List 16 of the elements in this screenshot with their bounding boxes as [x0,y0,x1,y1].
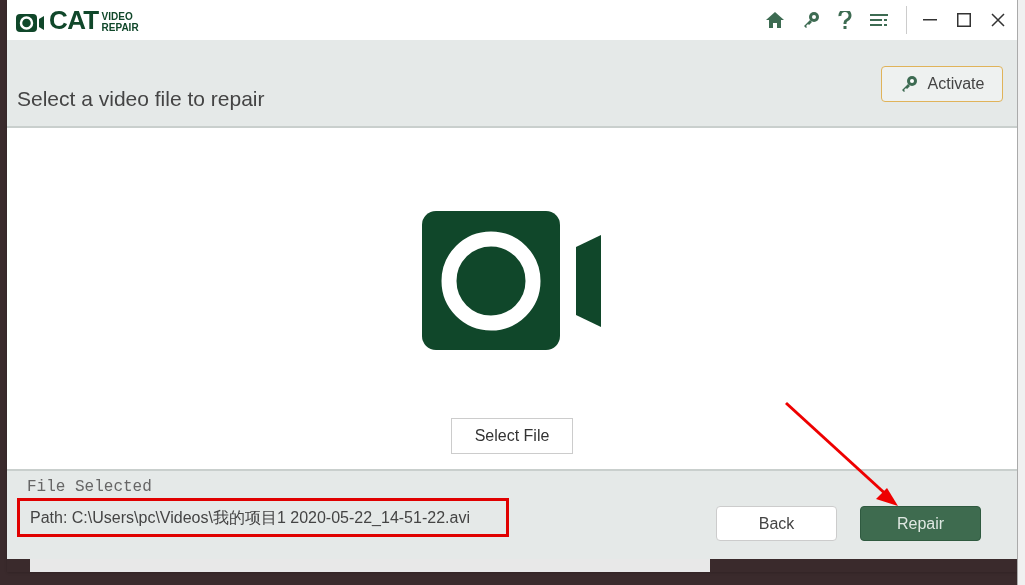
repair-button[interactable]: Repair [860,506,981,541]
video-camera-icon [421,211,603,351]
activate-button[interactable]: Activate [881,66,1003,102]
file-selected-label: File Selected [27,479,153,495]
back-button[interactable]: Back [716,506,837,541]
home-icon[interactable] [766,12,784,28]
select-file-button[interactable]: Select File [451,418,573,454]
menu-icon[interactable] [870,13,888,27]
close-icon[interactable] [991,13,1005,27]
help-icon[interactable] [838,10,852,30]
file-path-text: Path: C:\Users\pc\Videos\我的项目1 2020-05-22_14-51-22.avi [17,498,509,537]
minimize-icon[interactable] [923,19,937,21]
key-icon[interactable] [802,11,820,29]
maximize-icon[interactable] [957,13,971,27]
page-title: Select a video file to repair [17,85,265,112]
camera-logo-icon [16,13,46,33]
